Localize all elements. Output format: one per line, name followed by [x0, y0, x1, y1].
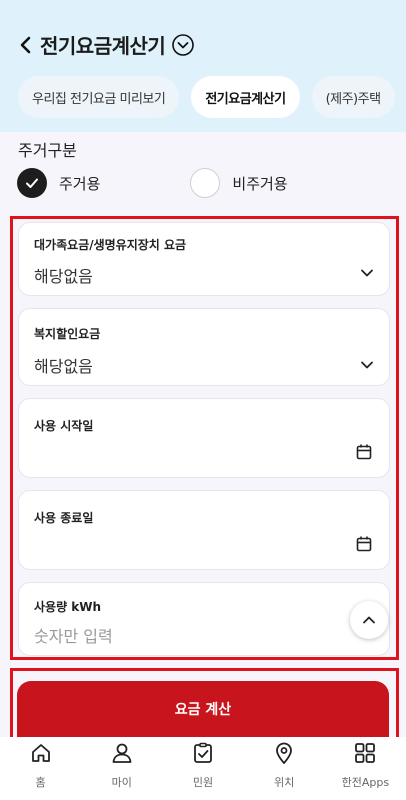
- nav-label: 민원: [192, 776, 214, 789]
- page-title: 전기요금계산기: [40, 34, 166, 58]
- nav-label: 홈: [35, 776, 46, 789]
- nav-my[interactable]: 마이: [81, 737, 162, 800]
- tab-bar: 우리집 전기요금 미리보기 전기요금계산기 (제주)주택: [18, 76, 395, 118]
- residence-type-radio-group: 주거용 비주거용: [17, 168, 328, 198]
- residence-type-label: 주거구분: [18, 141, 77, 160]
- clipboard-check-icon: [191, 741, 215, 765]
- title-row: 전기요금계산기: [18, 30, 195, 59]
- radio-non-residential[interactable]: 비주거용: [190, 168, 288, 198]
- nav-label: 위치: [274, 776, 295, 789]
- tab-jeju-housing[interactable]: (제주)주택: [311, 76, 395, 118]
- radio-non-residential-label: 비주거용: [232, 174, 288, 193]
- user-icon: [110, 741, 134, 765]
- radio-residential[interactable]: 주거용: [17, 168, 100, 198]
- nav-label: 한전Apps: [341, 776, 390, 789]
- nav-civil-service[interactable]: 민원: [162, 737, 243, 800]
- chevron-down-circle-icon[interactable]: [171, 33, 195, 57]
- nav-kepco-apps[interactable]: 한전Apps: [325, 737, 406, 800]
- tab-calculator[interactable]: 전기요금계산기: [191, 76, 300, 118]
- home-icon: [29, 741, 53, 765]
- back-chevron-icon[interactable]: [18, 32, 38, 58]
- nav-home[interactable]: 홈: [0, 737, 81, 800]
- bottom-nav: 홈 마이 민원 위치 한전Apps: [0, 737, 406, 800]
- radio-residential-label: 주거용: [59, 174, 101, 193]
- location-pin-icon: [272, 741, 296, 765]
- tab-home-preview[interactable]: 우리집 전기요금 미리보기: [18, 76, 180, 118]
- apps-grid-icon: [353, 741, 377, 765]
- radio-checked-icon[interactable]: [17, 168, 47, 198]
- nav-label: 마이: [111, 776, 132, 789]
- app-header: 전기요금계산기 우리집 전기요금 미리보기 전기요금계산기 (제주)주택: [0, 0, 406, 132]
- form-highlight-box: [10, 216, 399, 660]
- button-highlight-box: [10, 668, 399, 741]
- nav-location[interactable]: 위치: [244, 737, 325, 800]
- radio-unchecked-icon[interactable]: [190, 168, 221, 198]
